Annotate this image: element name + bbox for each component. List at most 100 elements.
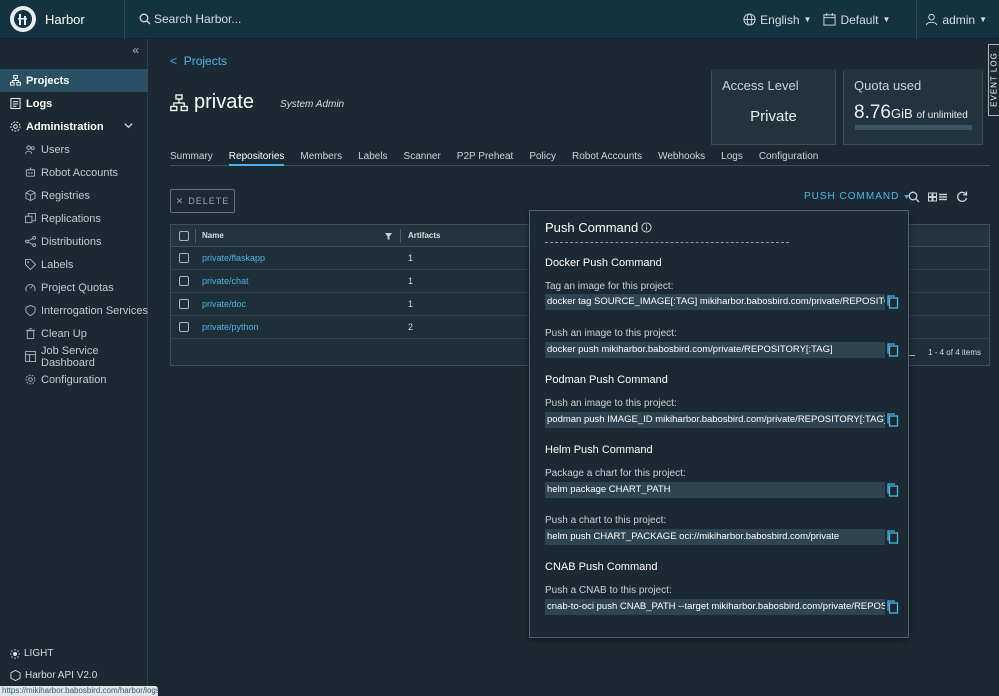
- popover-title-text: Push Command: [545, 220, 639, 235]
- harbor-logo-icon: [10, 6, 36, 32]
- cnab-push-command[interactable]: cnab-to-oci push CNAB_PATH --target miki…: [545, 599, 885, 615]
- filter-icon[interactable]: [385, 233, 392, 240]
- chevron-down-icon: ▼: [803, 15, 812, 24]
- access-level-label: Access Level: [722, 78, 799, 93]
- tab-logs[interactable]: Logs: [721, 148, 743, 166]
- copy-icon[interactable]: [886, 483, 900, 497]
- sidebar-item-users[interactable]: Users: [0, 138, 148, 161]
- sidebar-item-project-quotas[interactable]: Project Quotas: [0, 276, 148, 299]
- sun-icon: [10, 648, 20, 659]
- search-input[interactable]: Search Harbor...: [154, 12, 241, 26]
- breadcrumb[interactable]: < Projects: [170, 54, 227, 68]
- copy-icon[interactable]: [886, 530, 900, 544]
- tab-p2p-preheat[interactable]: P2P Preheat: [457, 148, 514, 166]
- tab-summary[interactable]: Summary: [170, 148, 213, 166]
- sidebar-item-administration[interactable]: Administration: [0, 115, 148, 138]
- refresh-icon[interactable]: [956, 191, 968, 203]
- podman-section-title: Podman Push Command: [545, 374, 668, 386]
- sidebar-item-robot-accounts[interactable]: Robot Accounts: [0, 161, 148, 184]
- tab-scanner[interactable]: Scanner: [404, 148, 441, 166]
- sidebar-item-interrogation-services[interactable]: Interrogation Services: [0, 299, 148, 322]
- tab-policy[interactable]: Policy: [529, 148, 556, 166]
- sidebar-nav: Projects Logs Administration Users Robot…: [0, 69, 148, 391]
- repository-link[interactable]: private/chat: [202, 276, 249, 286]
- sidebar: « Projects Logs Administration Users Rob…: [0, 39, 148, 696]
- breadcrumb-projects-link[interactable]: Projects: [184, 54, 227, 68]
- delete-label: DELETE: [188, 196, 230, 206]
- language-dropdown[interactable]: English ▼: [743, 13, 811, 27]
- username: admin: [942, 12, 976, 27]
- repository-link[interactable]: private/doc: [202, 299, 246, 309]
- docker-tag-command[interactable]: docker tag SOURCE_IMAGE[:TAG] mikiharbor…: [545, 294, 885, 310]
- close-icon: ✕: [175, 195, 185, 206]
- status-url: https://mikiharbor.babosbird.com/harbor/…: [0, 686, 158, 696]
- tab-webhooks[interactable]: Webhooks: [658, 148, 705, 166]
- push-command-button[interactable]: PUSH COMMAND ▼: [804, 191, 911, 202]
- docker-push-command[interactable]: docker push mikiharbor.babosbird.com/pri…: [545, 342, 885, 358]
- podman-push-command[interactable]: podman push IMAGE_ID mikiharbor.babosbir…: [545, 412, 885, 428]
- robot-icon: [25, 167, 36, 177]
- cnab-section-title: CNAB Push Command: [545, 561, 658, 573]
- tab-robot-accounts[interactable]: Robot Accounts: [572, 148, 642, 166]
- sidebar-item-registries[interactable]: Registries: [0, 184, 148, 207]
- replications-icon: [25, 213, 36, 224]
- sidebar-item-configuration[interactable]: Configuration: [0, 368, 148, 391]
- sidebar-item-label: Logs: [26, 97, 53, 110]
- sidebar-item-logs[interactable]: Logs: [0, 92, 148, 115]
- quota-card: Quota used 8.76 GiB of unlimited: [843, 69, 983, 145]
- project-icon: [170, 93, 188, 111]
- global-search[interactable]: Search Harbor...: [139, 12, 241, 26]
- repository-link[interactable]: private/flaskapp: [202, 253, 265, 263]
- user-icon: [926, 13, 938, 26]
- helm-push-command[interactable]: helm push CHART_PACKAGE oci://mikiharbor…: [545, 529, 885, 545]
- sidebar-item-job-service-dashboard[interactable]: Job Service Dashboard: [0, 344, 148, 369]
- registries-icon: [25, 190, 36, 201]
- column-name[interactable]: Name: [202, 231, 224, 240]
- theme-toggle[interactable]: LIGHT: [10, 648, 53, 659]
- row-checkbox[interactable]: [179, 322, 189, 332]
- info-icon[interactable]: [641, 222, 652, 233]
- project-role: System Admin: [280, 98, 345, 110]
- delete-button[interactable]: ✕ DELETE: [170, 189, 235, 213]
- row-checkbox[interactable]: [179, 276, 189, 286]
- sidebar-item-projects[interactable]: Projects: [0, 69, 148, 92]
- copy-icon[interactable]: [886, 600, 900, 614]
- event-log-tab[interactable]: EVENT LOG: [988, 44, 999, 116]
- repository-link[interactable]: private/python: [202, 322, 259, 332]
- push-command-popover: Push Command Docker Push Command Tag an …: [529, 210, 909, 638]
- select-all-checkbox[interactable]: [179, 230, 189, 241]
- api-link[interactable]: Harbor API V2.0: [10, 670, 97, 681]
- tab-members[interactable]: Members: [300, 148, 342, 166]
- row-checkbox[interactable]: [179, 253, 189, 263]
- sidebar-item-distributions[interactable]: Distributions: [0, 230, 148, 253]
- admin-icon: [10, 121, 21, 132]
- quota-unit: GiB: [890, 106, 913, 121]
- sidebar-item-labels[interactable]: Labels: [0, 253, 148, 276]
- tab-configuration[interactable]: Configuration: [759, 148, 818, 166]
- helm-package-command[interactable]: helm package CHART_PATH: [545, 482, 885, 498]
- sidebar-item-label: Clean Up: [41, 327, 87, 340]
- user-menu[interactable]: admin ▼: [925, 13, 987, 27]
- sidebar-item-label: Configuration: [41, 373, 107, 386]
- column-artifacts[interactable]: Artifacts: [408, 231, 440, 240]
- tab-labels[interactable]: Labels: [358, 148, 387, 166]
- quotas-icon: [25, 284, 36, 292]
- sidebar-item-label: Job Service Dashboard: [41, 344, 99, 369]
- copy-icon[interactable]: [886, 413, 900, 427]
- copy-icon[interactable]: [886, 295, 900, 309]
- quota-bar: [855, 125, 972, 130]
- harbor-logo[interactable]: Harbor: [0, 0, 125, 39]
- collapse-sidebar-icon[interactable]: «: [132, 43, 139, 57]
- sidebar-item-replications[interactable]: Replications: [0, 207, 148, 230]
- chevron-down-icon: ▼: [979, 15, 987, 24]
- row-checkbox[interactable]: [179, 299, 189, 309]
- view-toggle-icon[interactable]: [928, 192, 948, 202]
- shield-icon: [25, 305, 36, 316]
- sidebar-item-clean-up[interactable]: Clean Up: [0, 322, 148, 345]
- theme-dropdown[interactable]: Default ▼: [823, 13, 890, 27]
- podman-push-label: Push an image to this project:: [545, 398, 677, 409]
- tab-repositories[interactable]: Repositories: [228, 148, 285, 166]
- copy-icon[interactable]: [886, 343, 900, 357]
- search-icon[interactable]: [908, 191, 920, 203]
- quota-value: 8.76: [854, 102, 891, 123]
